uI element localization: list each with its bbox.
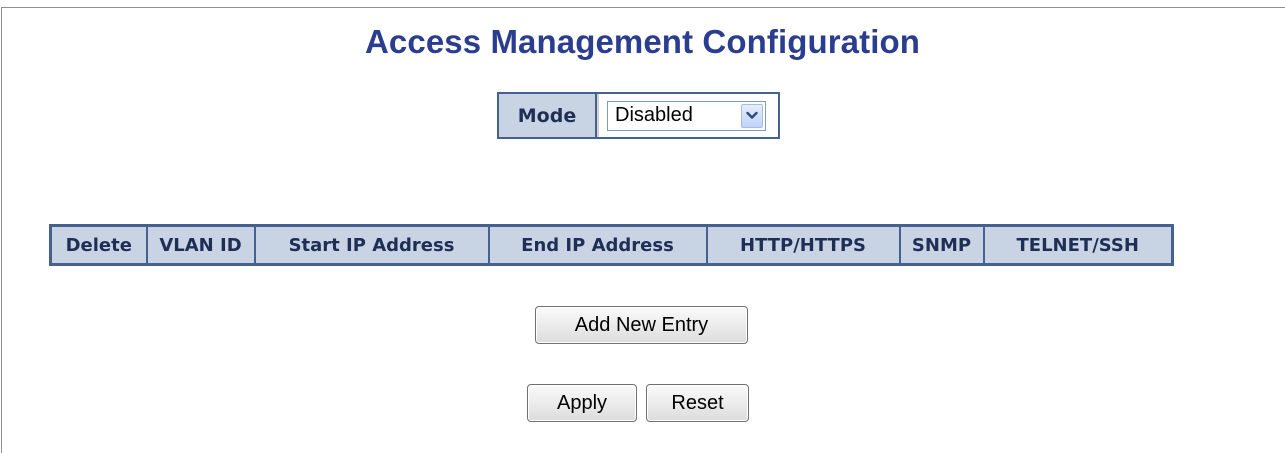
mode-select[interactable]: Disabled [607, 100, 766, 131]
column-header-start-ip: Start IP Address [253, 224, 490, 266]
apply-button[interactable]: Apply [527, 384, 637, 422]
column-header-snmp: SNMP [898, 224, 985, 266]
mode-table: Mode Disabled [497, 92, 780, 139]
add-new-entry-button[interactable]: Add New Entry [535, 306, 748, 344]
table-header-row: Delete VLAN ID Start IP Address End IP A… [49, 224, 1174, 266]
column-header-telnet-ssh: TELNET/SSH [982, 224, 1174, 266]
column-header-vlan-id: VLAN ID [145, 224, 256, 266]
mode-cell: Disabled [597, 94, 778, 137]
reset-button[interactable]: Reset [646, 384, 749, 422]
page-title: Access Management Configuration [364, 23, 921, 60]
column-header-delete: Delete [49, 224, 148, 266]
mode-select-value: Disabled [615, 104, 693, 126]
chevron-down-icon[interactable] [741, 103, 763, 128]
access-management-table: Delete VLAN ID Start IP Address End IP A… [49, 224, 1174, 266]
column-header-http-https: HTTP/HTTPS [705, 224, 901, 266]
column-header-end-ip: End IP Address [487, 224, 708, 266]
mode-label: Mode [499, 94, 597, 137]
